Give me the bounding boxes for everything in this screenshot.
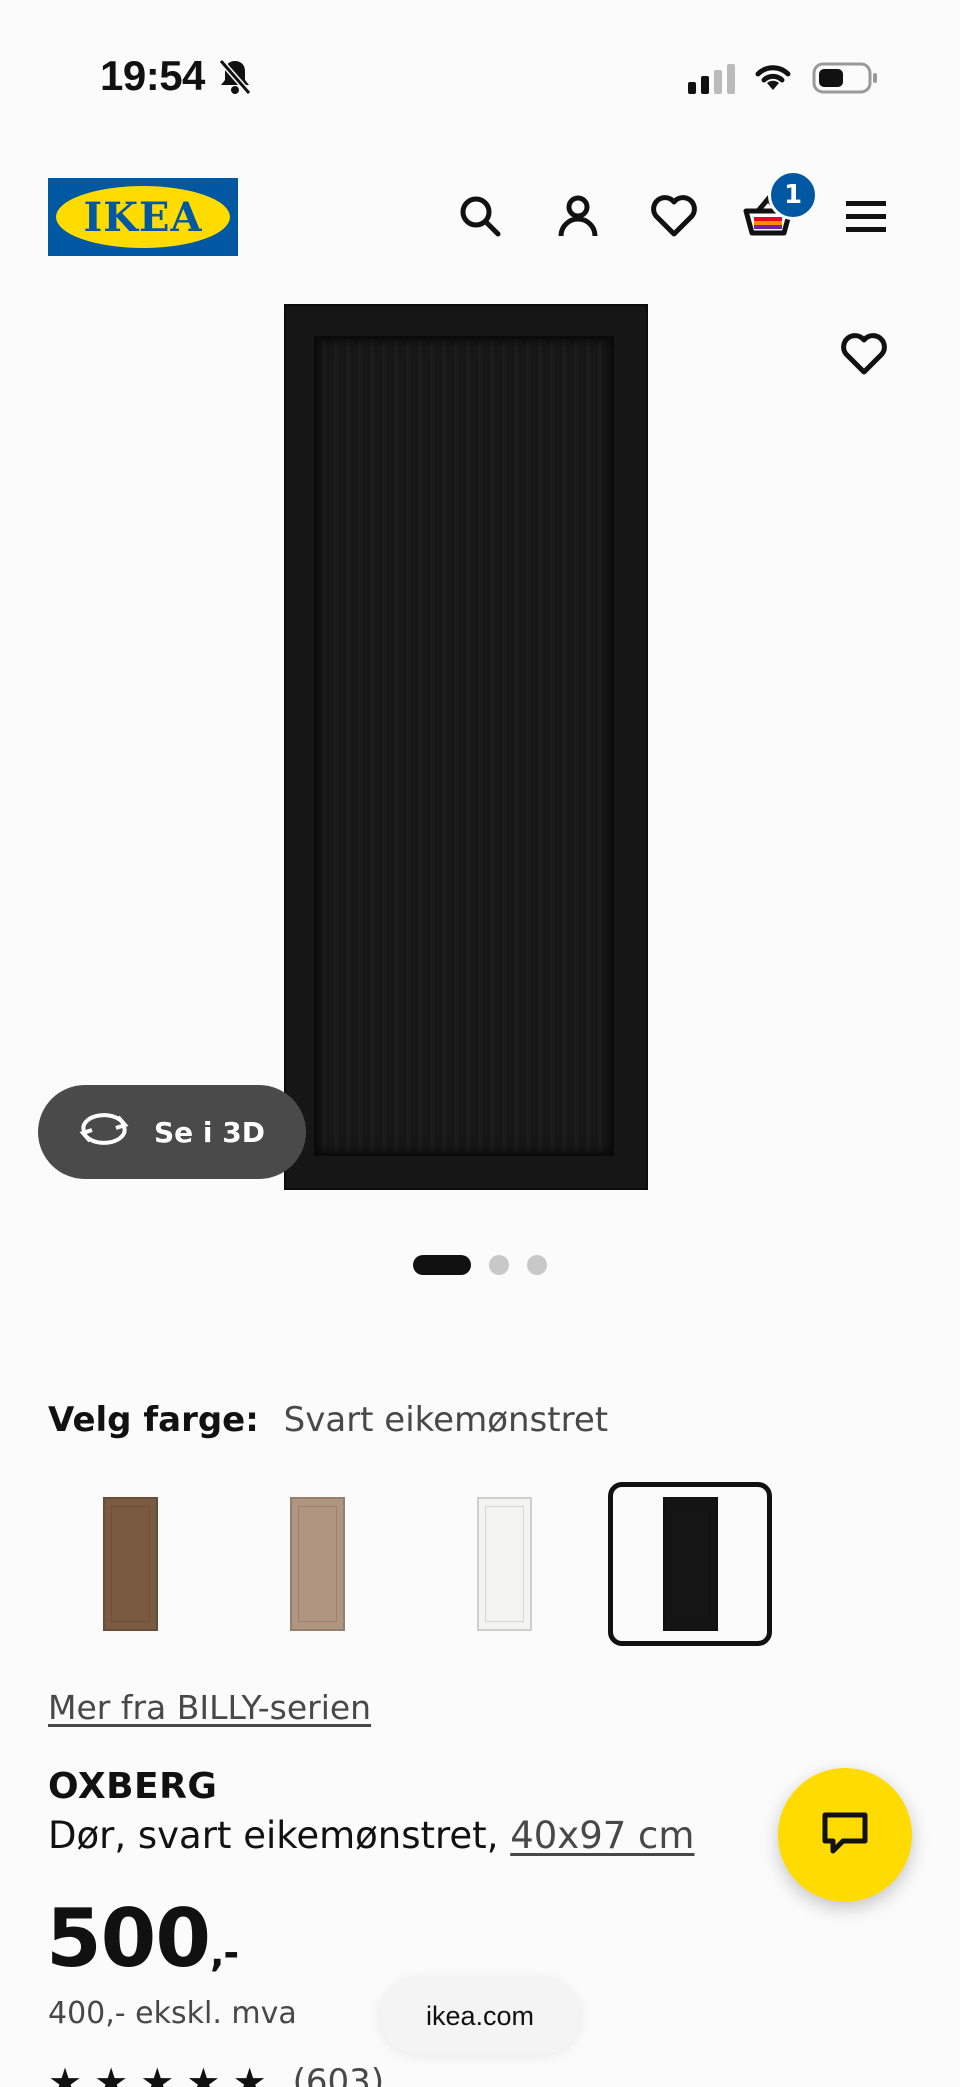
swatch-image [289, 1497, 345, 1631]
cellular-signal-icon [688, 62, 735, 94]
wifi-icon [752, 60, 794, 98]
series-link[interactable]: Mer fra BILLY-serien [48, 1688, 371, 1727]
door-panel [314, 336, 614, 1156]
price-excl-vat: 400,- ekskl. mva [48, 1996, 297, 2031]
product-description: Dør, svart eikemønstret, 40x97 cm [48, 1814, 694, 1857]
product-name: OXBERG [48, 1766, 218, 1807]
site-header: IKEA [0, 160, 960, 270]
swatch-image [476, 1497, 532, 1631]
color-selector-heading: Velg farge: Svart eikemønstret [48, 1400, 608, 1440]
gallery-pagination [0, 1255, 960, 1275]
color-swatch-oak[interactable] [235, 1482, 399, 1646]
status-bar: 19:54 [0, 0, 960, 140]
product-size-link[interactable]: 40x97 cm [510, 1814, 694, 1857]
menu-icon[interactable] [838, 188, 894, 244]
search-icon[interactable] [452, 188, 508, 244]
rating-stars: ★ ★ ★ ★ ★ [48, 2060, 267, 2087]
bell-muted-icon [218, 58, 252, 100]
swatch-image [662, 1497, 718, 1631]
product-image [284, 304, 648, 1190]
product-rating[interactable]: ★ ★ ★ ★ ★ (603) [48, 2060, 384, 2087]
view-3d-button[interactable]: Se i 3D [38, 1085, 306, 1179]
cart-count-badge: 1 [768, 170, 818, 220]
logo-text: IKEA [83, 193, 203, 241]
chat-button[interactable] [778, 1768, 912, 1902]
color-label: Velg farge: [48, 1400, 259, 1440]
product-price: 500,- [46, 1892, 239, 1985]
pagination-dot-1[interactable] [413, 1255, 471, 1275]
browser-url-bar[interactable]: ikea.com [380, 1978, 580, 2054]
color-swatch-black[interactable] [608, 1482, 772, 1646]
product-description-text: Dør, svart eikemønstret, [48, 1814, 511, 1857]
heart-icon[interactable] [836, 326, 892, 382]
selected-color: Svart eikemønstret [283, 1400, 609, 1440]
pagination-dot-3[interactable] [527, 1255, 547, 1275]
color-swatch-brown[interactable] [48, 1482, 212, 1646]
wishlist-icon[interactable] [646, 188, 702, 244]
ikea-logo[interactable]: IKEA [48, 178, 238, 256]
logo-oval: IKEA [56, 186, 230, 248]
battery-icon [812, 62, 878, 98]
account-icon[interactable] [550, 188, 606, 244]
price-value: 500 [46, 1892, 211, 1985]
product-image-gallery[interactable]: Se i 3D [0, 300, 960, 1200]
rating-count: (603) [292, 2062, 385, 2087]
view-3d-label: Se i 3D [154, 1115, 265, 1149]
status-time: 19:54 [100, 52, 205, 99]
price-suffix: ,- [210, 1931, 239, 1975]
swatch-image [102, 1497, 158, 1631]
color-swatch-white[interactable] [422, 1482, 586, 1646]
pagination-dot-2[interactable] [489, 1255, 509, 1275]
rotate-3d-icon [78, 1111, 130, 1154]
chat-icon [820, 1810, 870, 1860]
